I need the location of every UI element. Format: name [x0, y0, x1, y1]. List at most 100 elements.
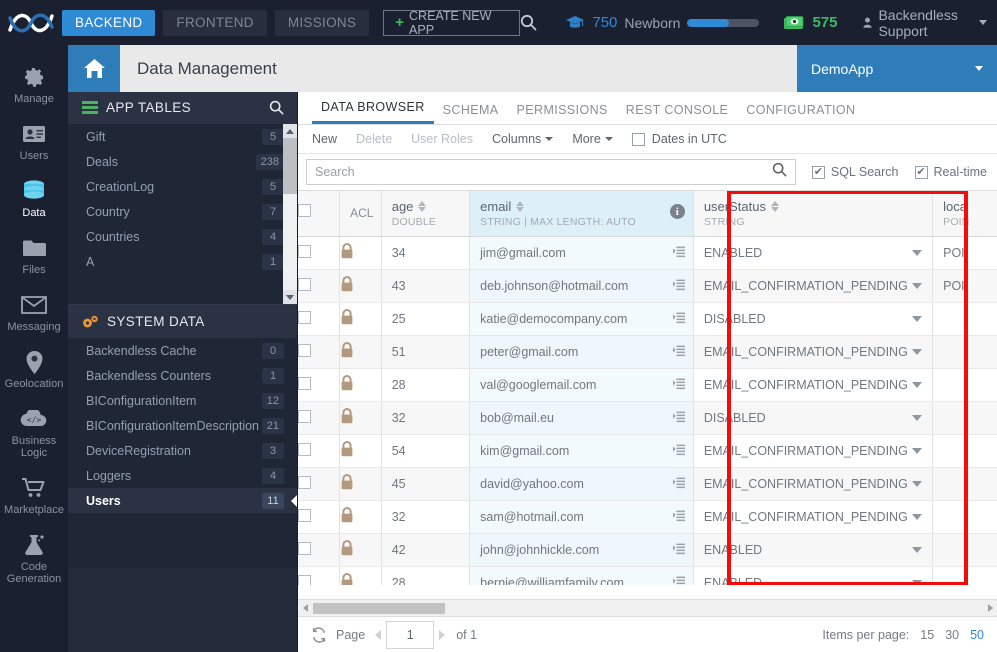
expand-text-icon[interactable] — [672, 576, 685, 586]
cell-age[interactable]: 54 — [381, 434, 471, 468]
tab-permissions[interactable]: PERMISSIONS — [508, 103, 617, 124]
horizontal-scrollbar[interactable] — [298, 599, 997, 616]
row-select-cell[interactable] — [298, 500, 341, 534]
expand-text-icon[interactable] — [672, 411, 685, 426]
row-select-cell[interactable] — [298, 368, 341, 402]
delete-record-button[interactable]: Delete — [356, 132, 392, 146]
app-tables-list[interactable]: Gift 5 Deals 238 CreationLog 5 Country 7 Countri… — [68, 124, 298, 304]
system-table-item[interactable]: BIConfigurationItemDescription 21 — [68, 413, 298, 438]
scrollbar-thumb[interactable] — [283, 138, 297, 194]
new-record-button[interactable]: New — [312, 132, 337, 146]
userstatus-dropdown[interactable]: EMAIL_CONFIRMATION_PENDING — [704, 369, 923, 401]
row-checkbox[interactable] — [298, 376, 311, 390]
learning-points-group[interactable]: 750 Newborn — [565, 14, 760, 31]
sort-icon[interactable] — [418, 200, 427, 212]
system-table-item-selected[interactable]: Users 11 — [68, 488, 298, 513]
cell-email[interactable]: bob@mail.eu — [469, 401, 694, 435]
table-list-item[interactable]: CreationLog 5 — [68, 174, 298, 199]
expand-text-icon[interactable] — [672, 510, 685, 525]
cell-userstatus[interactable]: EMAIL_CONFIRMATION_PENDING — [693, 335, 934, 369]
row-acl-cell[interactable] — [339, 236, 382, 270]
row-checkbox[interactable] — [298, 244, 311, 258]
lock-icon[interactable] — [340, 573, 354, 585]
more-dropdown[interactable]: More — [572, 132, 613, 146]
cell-email[interactable]: jim@gmail.com — [469, 236, 694, 270]
cell-age[interactable]: 43 — [381, 269, 471, 303]
table-row[interactable]: 25 katie@democompany.com DISABLED — [298, 302, 997, 336]
table-row[interactable]: 28 bernie@williamfamily.com ENABLED — [298, 566, 997, 585]
cell-age[interactable]: 28 — [381, 368, 471, 402]
cell-userstatus[interactable]: EMAIL_CONFIRMATION_PENDING — [693, 269, 934, 303]
cell-location[interactable] — [932, 401, 997, 435]
column-header-userstatus[interactable]: userStatus STRING — [693, 191, 934, 237]
row-acl-cell[interactable] — [339, 467, 382, 501]
cell-email[interactable]: kim@gmail.com — [469, 434, 694, 468]
row-select-cell[interactable] — [298, 401, 341, 435]
cell-location[interactable] — [932, 533, 997, 567]
cell-userstatus[interactable]: DISABLED — [693, 401, 934, 435]
userstatus-dropdown[interactable]: DISABLED — [704, 402, 923, 434]
sort-icon[interactable] — [770, 200, 779, 212]
select-all-header[interactable] — [298, 191, 341, 237]
realtime-toggle[interactable]: Real-time — [914, 165, 987, 179]
sql-search-checkbox[interactable] — [811, 165, 825, 179]
search-icon[interactable] — [269, 100, 284, 115]
table-row[interactable]: 42 john@johnhickle.com ENABLED — [298, 533, 997, 567]
cell-email[interactable]: bernie@williamfamily.com — [469, 566, 694, 586]
row-acl-cell[interactable] — [339, 566, 382, 585]
table-row[interactable]: 51 peter@gmail.com EMAIL_CONFIRMATION_PEND… — [298, 335, 997, 369]
row-select-cell[interactable] — [298, 434, 341, 468]
table-row[interactable]: 32 sam@hotmail.com EMAIL_CONFIRMATION_PEND… — [298, 500, 997, 534]
tab-schema[interactable]: SCHEMA — [434, 103, 508, 124]
row-checkbox[interactable] — [298, 277, 311, 291]
userstatus-dropdown[interactable]: EMAIL_CONFIRMATION_PENDING — [704, 435, 923, 467]
userstatus-dropdown[interactable]: DISABLED — [704, 303, 923, 335]
cell-location[interactable] — [932, 500, 997, 534]
cell-location[interactable] — [932, 434, 997, 468]
cell-email[interactable]: deb.johnson@hotmail.com — [469, 269, 694, 303]
row-acl-cell[interactable] — [339, 269, 382, 303]
row-checkbox[interactable] — [298, 343, 311, 357]
userstatus-dropdown[interactable]: EMAIL_CONFIRMATION_PENDING — [704, 270, 923, 302]
expand-text-icon[interactable] — [672, 246, 685, 261]
app-tables-scrollbar[interactable] — [283, 124, 297, 304]
table-list-item[interactable]: Country 7 — [68, 199, 298, 224]
row-acl-cell[interactable] — [339, 500, 382, 534]
row-checkbox[interactable] — [298, 475, 311, 489]
tab-data-browser[interactable]: DATA BROWSER — [312, 100, 434, 124]
userstatus-dropdown[interactable]: EMAIL_CONFIRMATION_PENDING — [704, 468, 923, 500]
cell-email[interactable]: katie@democompany.com — [469, 302, 694, 336]
row-acl-cell[interactable] — [339, 335, 382, 369]
row-acl-cell[interactable] — [339, 434, 382, 468]
table-row[interactable]: 43 deb.johnson@hotmail.com EMAIL_CONFIRMAT… — [298, 269, 997, 303]
user-roles-button[interactable]: User Roles — [411, 132, 473, 146]
cell-age[interactable]: 25 — [381, 302, 471, 336]
row-acl-cell[interactable] — [339, 533, 382, 567]
lock-icon[interactable] — [340, 408, 354, 427]
row-checkbox[interactable] — [298, 508, 311, 522]
search-icon[interactable] — [520, 14, 537, 31]
cell-email[interactable]: david@yahoo.com — [469, 467, 694, 501]
row-checkbox[interactable] — [298, 310, 311, 324]
userstatus-dropdown[interactable]: ENABLED — [704, 237, 923, 269]
table-row[interactable]: 32 bob@mail.eu DISABLED — [298, 401, 997, 435]
lock-icon[interactable] — [340, 243, 354, 262]
next-page-button[interactable] — [434, 629, 450, 640]
dates-in-utc-toggle[interactable]: Dates in UTC — [631, 132, 727, 146]
create-new-app-button[interactable]: + CREATE NEW APP — [383, 9, 521, 37]
app-selector[interactable]: DemoApp — [797, 45, 997, 92]
dates-in-utc-checkbox[interactable] — [631, 132, 645, 146]
cell-location[interactable] — [932, 335, 997, 369]
table-list-item[interactable]: A1 — [68, 249, 298, 274]
row-checkbox[interactable] — [298, 574, 311, 585]
cell-userstatus[interactable]: EMAIL_CONFIRMATION_PENDING — [693, 368, 934, 402]
cell-age[interactable]: 45 — [381, 467, 471, 501]
expand-text-icon[interactable] — [672, 543, 685, 558]
table-list-item[interactable]: Countries 4 — [68, 224, 298, 249]
tab-rest-console[interactable]: REST CONSOLE — [617, 103, 738, 124]
lock-icon[interactable] — [340, 375, 354, 394]
row-checkbox[interactable] — [298, 541, 311, 555]
cell-age[interactable]: 32 — [381, 401, 471, 435]
cell-email[interactable]: sam@hotmail.com — [469, 500, 694, 534]
cell-age[interactable]: 51 — [381, 335, 471, 369]
